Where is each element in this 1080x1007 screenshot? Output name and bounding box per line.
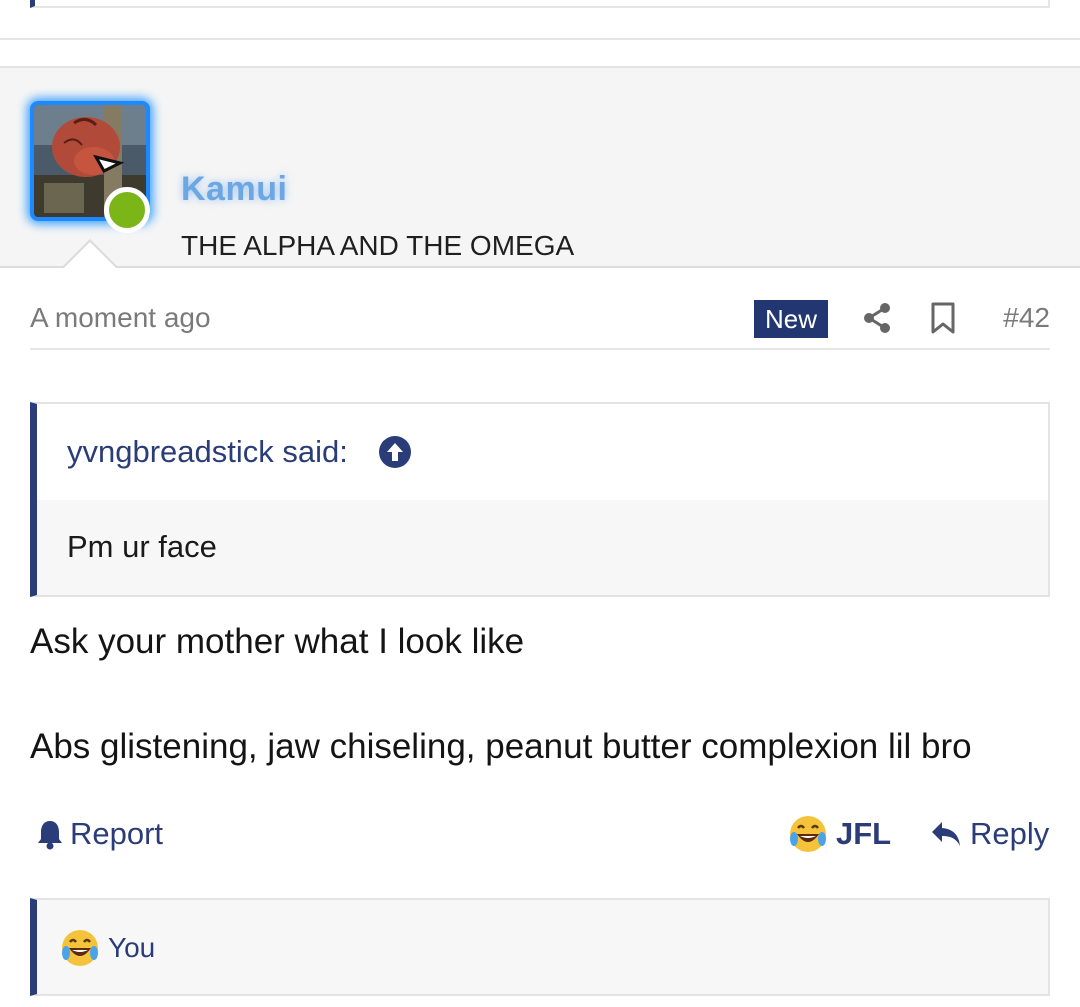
user-title: THE ALPHA AND THE OMEGA (181, 230, 575, 261)
reactions-bar[interactable]: You (30, 898, 1050, 996)
online-status-indicator (104, 187, 150, 233)
post-number[interactable]: #42 (1003, 302, 1050, 334)
previous-post-quote (30, 0, 1050, 8)
message-line: Ask your mother what I look like (30, 622, 525, 661)
share-icon[interactable] (862, 302, 892, 334)
reaction-label: JFL (836, 816, 892, 851)
previous-post (0, 0, 1080, 40)
bookmark-icon[interactable] (930, 302, 956, 334)
report-label: Report (70, 816, 164, 851)
quote-body: Pm ur face (37, 500, 1048, 595)
quote-author[interactable]: yvngbreadstick said: (67, 434, 348, 470)
quote-header: yvngbreadstick said: (37, 404, 1048, 500)
reply-label: Reply (970, 816, 1050, 851)
post-user-header: Kamui THE ALPHA AND THE OMEGA (0, 66, 1080, 268)
laugh-cry-emoji-icon (790, 816, 826, 852)
post-timestamp[interactable]: A moment ago (30, 302, 211, 334)
reactions-by[interactable]: You (108, 932, 155, 964)
arrow-up-circle-icon[interactable] (378, 435, 412, 469)
reply-button[interactable]: Reply (930, 816, 1049, 852)
header-pointer-fill (63, 242, 117, 269)
quote-text: Pm ur face (67, 529, 217, 564)
username[interactable]: Kamui (181, 170, 287, 209)
new-badge: New (754, 300, 828, 338)
reaction-button[interactable]: JFL (788, 814, 891, 854)
post-meta-row: A moment ago New #42 (30, 290, 1050, 350)
reactions-summary: You (60, 928, 155, 968)
report-button[interactable]: Report (36, 816, 163, 852)
reply-arrow-icon (932, 822, 960, 846)
message-line: Abs glistening, jaw chiseling, peanut bu… (30, 727, 972, 766)
bell-icon (38, 821, 62, 850)
laugh-cry-emoji-icon (62, 930, 98, 966)
quote-block: yvngbreadstick said: Pm ur face (30, 402, 1050, 597)
